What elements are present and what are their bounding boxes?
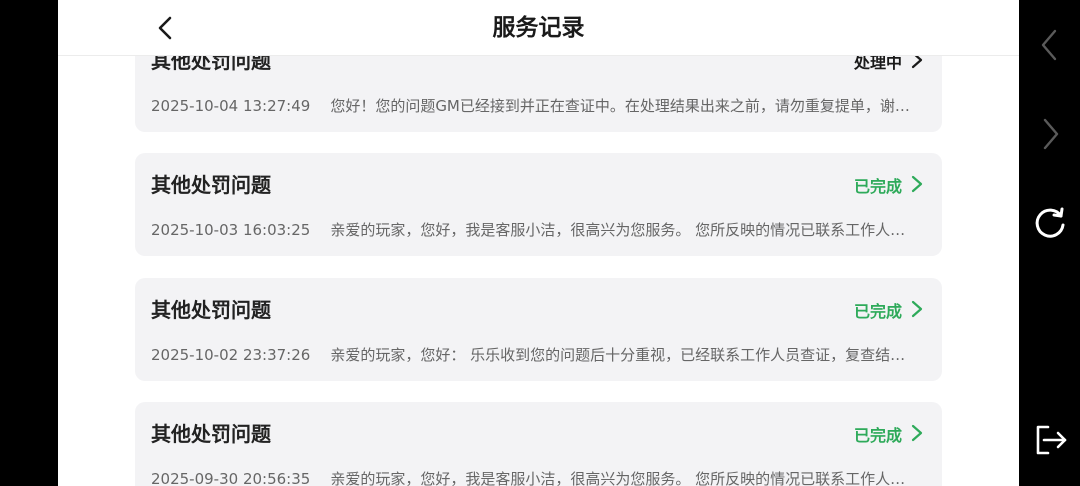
- record-summary: 亲爱的玩家，您好： 乐乐收到您的问题后十分重视，已经联系工作人员查证，复查结…: [330, 346, 906, 364]
- refresh-icon[interactable]: [1030, 204, 1070, 244]
- chevron-right-icon: [910, 174, 924, 194]
- left-black-bar: [0, 0, 58, 486]
- exit-icon[interactable]: [1030, 420, 1070, 460]
- status-badge: 已完成: [853, 426, 902, 445]
- record-meta: 2025-10-03 16:03:25 亲爱的玩家，您好，我是客服小洁，很高兴为您…: [151, 219, 926, 240]
- record-meta: 2025-10-02 23:37:26 亲爱的玩家，您好： 乐乐收到您的问题后十分…: [151, 344, 926, 365]
- record-card[interactable]: 其他处罚问题 已完成 2025-10-03 16:03:25 亲爱的玩家，您好，我…: [135, 153, 942, 256]
- top-header: 服务记录: [58, 0, 1019, 56]
- chevron-left-icon[interactable]: [1030, 25, 1070, 65]
- record-card[interactable]: 其他处罚问题 已完成 2025-09-30 20:56:35 亲爱的玩家，您好，我…: [135, 402, 942, 486]
- chevron-right-icon: [910, 423, 924, 443]
- record-meta: 2025-10-04 13:27:49 您好！您的问题GM已经接到并正在查证中。在…: [151, 95, 926, 116]
- status-badge: 已完成: [853, 302, 902, 321]
- record-title: 其他处罚问题: [151, 298, 271, 322]
- page-title: 服务记录: [492, 15, 585, 41]
- record-date: 2025-10-04 13:27:49: [151, 97, 311, 115]
- record-summary: 亲爱的玩家，您好，我是客服小洁，很高兴为您服务。 您所反映的情况已联系工作人…: [330, 470, 906, 486]
- status-badge: 已完成: [853, 177, 902, 196]
- chevron-right-icon: [910, 299, 924, 319]
- record-date: 2025-10-03 16:03:25: [151, 221, 311, 239]
- record-list[interactable]: 其他处罚问题 处理中 2025-10-04 13:27:49 您好！您的问题GM已…: [58, 0, 1019, 486]
- record-summary: 您好！您的问题GM已经接到并正在查证中。在处理结果出来之前，请勿重复提单，谢…: [330, 97, 910, 115]
- app-screen: 其他处罚问题 处理中 2025-10-04 13:27:49 您好！您的问题GM已…: [58, 0, 1019, 486]
- record-title: 其他处罚问题: [151, 173, 271, 197]
- record-date: 2025-10-02 23:37:26: [151, 346, 311, 364]
- record-date: 2025-09-30 20:56:35: [151, 470, 311, 486]
- record-card[interactable]: 其他处罚问题 已完成 2025-10-02 23:37:26 亲爱的玩家，您好： …: [135, 278, 942, 381]
- record-summary: 亲爱的玩家，您好，我是客服小洁，很高兴为您服务。 您所反映的情况已联系工作人…: [330, 221, 906, 239]
- record-title: 其他处罚问题: [151, 422, 271, 446]
- chevron-right-icon[interactable]: [1030, 114, 1070, 154]
- record-meta: 2025-09-30 20:56:35 亲爱的玩家，您好，我是客服小洁，很高兴为您…: [151, 468, 926, 486]
